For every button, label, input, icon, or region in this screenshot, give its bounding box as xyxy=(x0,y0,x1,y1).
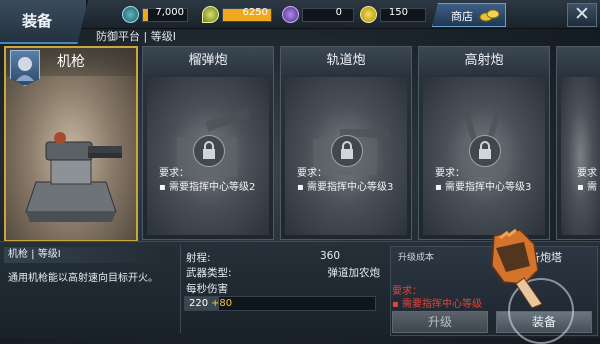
upgrade-button[interactable]: 升级 xyxy=(392,311,488,333)
oil-drop-icon xyxy=(202,6,219,23)
gear-energy-icon xyxy=(122,6,139,23)
weapon-card-title: 榴弹炮 xyxy=(143,47,273,75)
divider xyxy=(180,245,181,333)
weapon-card-partial[interactable]: 要求 ▪ 需 xyxy=(556,46,600,240)
dps-base-value: 220 xyxy=(189,298,209,309)
requirement-title: 要求： xyxy=(159,168,189,179)
tab-equip[interactable]: 装备 xyxy=(0,0,88,44)
gold-coins-icon xyxy=(479,9,500,22)
upgrade-cost-label: 升级成本 xyxy=(398,253,435,263)
machine-gun-turret-image xyxy=(25,132,122,222)
resource-value: 6250 xyxy=(242,7,268,18)
commander-avatar xyxy=(10,50,40,86)
resource-coin: 150 xyxy=(360,6,426,23)
requirement-item: ▪ 需要指挥中心等级2 xyxy=(159,182,256,193)
resource-crystal: 0 xyxy=(282,6,354,23)
crystal-icon xyxy=(282,6,299,23)
dps-label: 每秒伤害 xyxy=(186,283,228,295)
resource-value: 150 xyxy=(388,7,408,18)
resource-value: 0 xyxy=(335,7,342,18)
shop-button[interactable]: 商店 xyxy=(432,3,506,27)
shop-label: 商店 xyxy=(451,10,473,23)
weapon-card-railgun[interactable]: 轨道炮 要求： ▪ 需要指挥中心等级3 xyxy=(280,46,412,240)
resource-energy: 7,000 xyxy=(122,6,188,23)
weapon-type-value: 弹道加农炮 xyxy=(327,267,381,279)
requirement-item: ▪ 需要指挥中心等级3 xyxy=(435,182,532,193)
requirement-item: ▪ 需要指挥中心等级 xyxy=(392,299,482,310)
resource-oil: 6250 xyxy=(202,6,272,23)
weapon-card-machine-gun[interactable]: 机枪 xyxy=(4,46,138,242)
lock-icon xyxy=(193,135,225,167)
requirement-title: 要求 xyxy=(577,168,597,179)
close-icon: ✕ xyxy=(574,3,590,25)
requirement-text: 要求： ▪ 需要指挥中心等级3 xyxy=(435,167,531,195)
requirement-title: 要求： xyxy=(435,168,465,179)
requirement-text: 要求： ▪ 需要指挥中心等级2 xyxy=(159,167,255,195)
requirement-title: 要求： xyxy=(297,168,327,179)
dps-bonus-value: +80 xyxy=(211,298,233,309)
weapon-card-anti-air[interactable]: 高射炮 要求： ▪ 需要指挥中心等级3 xyxy=(418,46,550,240)
tab-equip-label: 装备 xyxy=(22,12,53,30)
weapon-card-title: 高射炮 xyxy=(419,47,549,75)
requirement-item: ▪ 需 xyxy=(577,182,597,193)
lock-icon xyxy=(331,135,363,167)
weapon-card-title: 轨道炮 xyxy=(281,47,411,75)
dps-bar: 220 +80 xyxy=(184,296,376,311)
weapon-card-title xyxy=(557,47,600,75)
range-value: 360 xyxy=(319,250,340,262)
weapon-image xyxy=(561,77,600,235)
weapon-type-label: 武器类型: xyxy=(186,267,232,279)
page-subtitle: 防御平台 | 等级I xyxy=(96,30,176,43)
weapon-description: 通用机枪能以高射速向目标开火。 xyxy=(8,273,158,284)
requirement-text: 要求 ▪ 需 xyxy=(577,167,597,195)
close-button[interactable]: ✕ xyxy=(567,3,597,27)
range-label: 射程: xyxy=(186,252,211,264)
tutorial-hand-pointer-icon xyxy=(491,228,543,309)
weapon-info-title: 机枪 | 等级I xyxy=(4,247,176,263)
requirement-item: ▪ 需要指挥中心等级3 xyxy=(297,182,394,193)
resource-value: 7,000 xyxy=(155,7,184,18)
requirement-text: 要求： ▪ 需要指挥中心等级3 xyxy=(297,167,393,195)
lock-icon xyxy=(469,135,501,167)
coin-icon xyxy=(360,6,377,23)
weapon-card-howitzer[interactable]: 榴弹炮 要求： ▪ 需要指挥中心等级2 xyxy=(142,46,274,240)
